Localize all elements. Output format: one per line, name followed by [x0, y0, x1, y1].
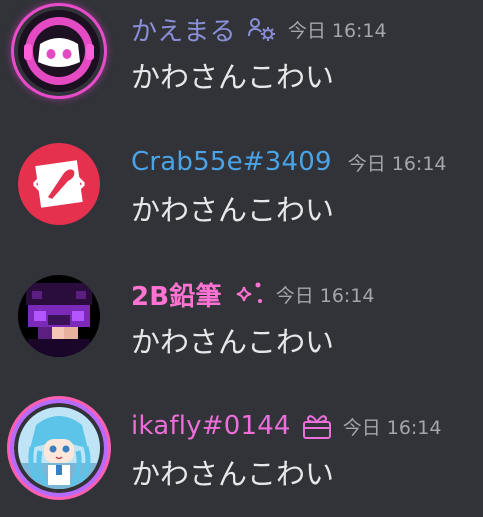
message-item: かえまる 今日 16:14 かわさんこわい	[0, 0, 483, 120]
timestamp[interactable]: 今日 16:14	[288, 16, 387, 43]
message-content: かわさんこわい	[131, 193, 335, 227]
anime-squid-girl-icon	[18, 407, 100, 489]
pixel-character-icon	[18, 275, 100, 357]
sparkle-icon[interactable]	[232, 279, 266, 309]
message-header: ikafly#0144 今日 16:14	[131, 409, 441, 443]
username[interactable]: ikafly#0144	[131, 411, 291, 441]
message-item: 2B鉛筆 今日 16:14 かわさんこわい	[0, 265, 483, 385]
message-header: かえまる 今日 16:14	[131, 11, 387, 48]
message-header: Crab55e#3409 今日 16:14	[131, 145, 447, 179]
message-item: ikafly#0144 今日 16:14 かわさんこわい	[0, 397, 483, 517]
avatar[interactable]	[14, 403, 104, 493]
username[interactable]: 2B鉛筆	[131, 276, 222, 313]
timestamp[interactable]: 今日 16:14	[348, 149, 447, 176]
message-item: Crab55e#3409 今日 16:14 かわさんこわい	[0, 133, 483, 253]
message-content: かわさんこわい	[131, 457, 335, 491]
message-header: 2B鉛筆 今日 16:14	[131, 276, 375, 313]
role-settings-icon[interactable]	[246, 15, 278, 43]
message-content: かわさんこわい	[131, 325, 335, 359]
username[interactable]: かえまる	[131, 11, 236, 48]
username[interactable]: Crab55e#3409	[131, 147, 332, 177]
avatar[interactable]	[14, 6, 104, 96]
timestamp[interactable]: 今日 16:14	[343, 413, 442, 440]
avatar[interactable]	[14, 271, 104, 361]
crab-tag-icon	[18, 143, 100, 225]
message-content: かわさんこわい	[131, 60, 335, 94]
discord-logo-icon	[18, 10, 100, 92]
timestamp[interactable]: 今日 16:14	[276, 281, 375, 308]
gift-icon[interactable]	[301, 411, 333, 441]
message-list: かえまる 今日 16:14 かわさんこわい Crab55e#3409 今日 16…	[0, 0, 483, 501]
avatar[interactable]	[14, 139, 104, 229]
